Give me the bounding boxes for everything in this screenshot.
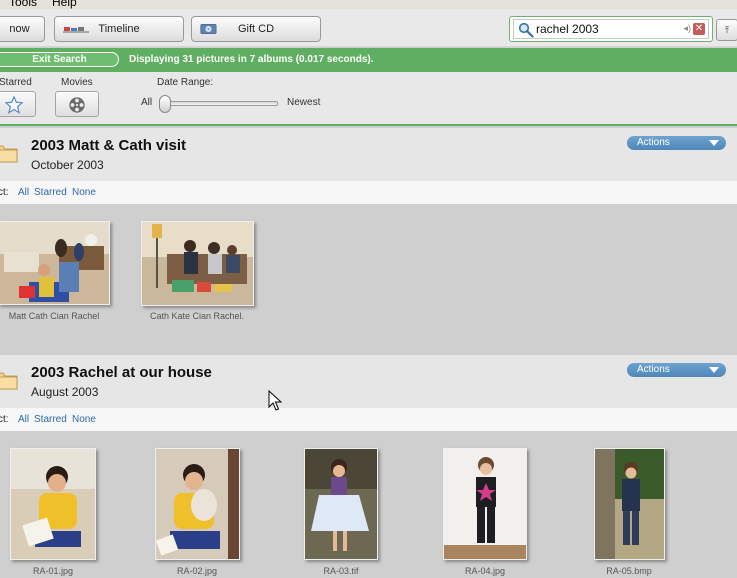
- album-date: October 2003: [31, 158, 104, 172]
- album-date: August 2003: [31, 385, 99, 399]
- photo-caption: Cath Kate Cian Rachel.: [149, 311, 245, 321]
- select-all-link[interactable]: All: [18, 187, 29, 198]
- photo-caption: RA-02.jpg: [176, 566, 218, 576]
- chevron-down-icon: [709, 367, 719, 373]
- search-container: ◂) ✕: [509, 16, 713, 42]
- photo-image: [156, 449, 239, 559]
- select-none-link[interactable]: None: [72, 187, 96, 198]
- photo-thumbnail[interactable]: [10, 448, 96, 560]
- album-select-bar: ct: All Starred None: [0, 408, 737, 432]
- search-status-bar: Exit Search Displaying 31 pictures in 7 …: [0, 48, 737, 72]
- select-starred-link[interactable]: Starred: [34, 414, 67, 425]
- album-photo-grid: RA-01.jpg RA-02.jpg RA-03.tif RA-04.jpg …: [0, 432, 737, 578]
- photo-image: [11, 449, 95, 559]
- starred-filter-button[interactable]: [0, 91, 36, 117]
- gift-cd-button[interactable]: Gift CD: [191, 16, 321, 42]
- timeline-icon: [63, 27, 89, 33]
- photo-image: [305, 449, 377, 559]
- select-all-link[interactable]: All: [18, 414, 29, 425]
- album-header[interactable]: 2003 Matt & Cath visit October 2003 Acti…: [0, 128, 737, 181]
- filter-bar: Starred Movies Date Range: All Newest: [0, 72, 737, 126]
- date-range-newest-label: Newest: [287, 97, 321, 108]
- album-actions-label: Actions: [637, 364, 670, 375]
- photo-caption: Matt Cath Cian Rachel: [8, 311, 100, 321]
- photo-thumbnail[interactable]: [0, 221, 110, 305]
- folder-icon: [0, 145, 18, 163]
- search-icon: [518, 22, 534, 38]
- album-actions-button[interactable]: Actions: [627, 136, 726, 150]
- photo-thumbnail[interactable]: [155, 448, 240, 560]
- folder-icon: [0, 372, 18, 390]
- timeline-button-label: Timeline: [98, 23, 140, 35]
- select-label: ct:: [0, 414, 9, 425]
- movies-filter-button[interactable]: [55, 91, 99, 117]
- photo-image: [0, 222, 109, 304]
- date-range-slider-handle[interactable]: [159, 95, 171, 113]
- photo-caption: RA-03.tif: [323, 566, 359, 576]
- search-input[interactable]: [536, 21, 684, 37]
- menu-bar: Tools Help: [0, 0, 737, 9]
- album-photo-grid: Matt Cath Cian Rachel Cath Kate Cian Rac…: [0, 205, 737, 353]
- gift-cd-button-label: Gift CD: [237, 23, 275, 35]
- slideshow-button-label: now: [9, 23, 30, 35]
- search-field: ◂) ✕: [513, 19, 709, 39]
- film-reel-icon: [69, 97, 85, 113]
- date-range-label: Date Range:: [157, 77, 214, 88]
- photo-thumbnail[interactable]: [443, 448, 527, 560]
- select-starred-link[interactable]: Starred: [34, 187, 67, 198]
- album-actions-button[interactable]: Actions: [627, 363, 726, 377]
- date-range-slider[interactable]: [166, 101, 278, 106]
- starred-filter-label: Starred: [0, 77, 32, 88]
- select-none-link[interactable]: None: [72, 414, 96, 425]
- star-icon: [5, 96, 23, 114]
- photo-image: [142, 222, 253, 305]
- photo-caption: RA-05.bmp: [606, 566, 652, 576]
- photo-thumbnail[interactable]: [141, 221, 254, 306]
- search-result-summary: Displaying 31 pictures in 7 albums (0.01…: [129, 54, 374, 65]
- photo-image: [595, 449, 664, 559]
- photo-thumbnail[interactable]: [304, 448, 378, 560]
- collapse-toolbar-button[interactable]: ⤒: [716, 19, 737, 41]
- speaker-icon: ◂): [683, 23, 691, 33]
- mouse-cursor-icon: [268, 390, 282, 411]
- movies-filter-label: Movies: [61, 77, 93, 88]
- menu-help[interactable]: Help: [52, 0, 77, 9]
- menu-tools[interactable]: Tools: [9, 0, 37, 9]
- album-header[interactable]: 2003 Rachel at our house August 2003 Act…: [0, 355, 737, 408]
- chevron-down-icon: [709, 140, 719, 146]
- album-title[interactable]: 2003 Matt & Cath visit: [31, 137, 186, 154]
- album-select-bar: ct: All Starred None: [0, 181, 737, 205]
- select-label: ct:: [0, 187, 9, 198]
- photo-caption: RA-04.jpg: [464, 566, 506, 576]
- slideshow-button[interactable]: now: [0, 16, 45, 42]
- photo-image: [444, 449, 526, 559]
- clear-search-icon[interactable]: ✕: [693, 23, 705, 35]
- photo-thumbnail[interactable]: [594, 448, 665, 560]
- album-actions-label: Actions: [637, 137, 670, 148]
- photo-caption: RA-01.jpg: [32, 566, 74, 576]
- gift-cd-icon: [200, 24, 217, 34]
- album-title[interactable]: 2003 Rachel at our house: [31, 364, 212, 381]
- timeline-button[interactable]: Timeline: [54, 16, 184, 42]
- date-range-all-label: All: [141, 97, 153, 108]
- exit-search-button[interactable]: Exit Search: [0, 52, 119, 67]
